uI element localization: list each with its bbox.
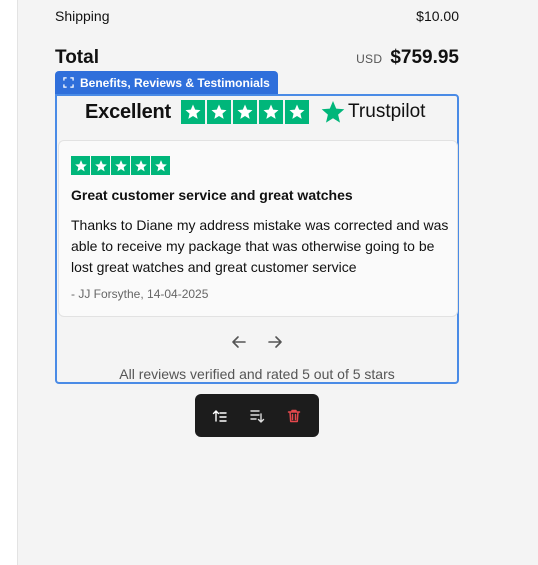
total-label: Total [55, 47, 99, 68]
trash-icon [288, 409, 301, 422]
total-currency: USD [356, 52, 383, 66]
total-amount-group: USD $759.95 [356, 47, 459, 69]
left-gutter [0, 0, 18, 565]
block-toolbar [195, 394, 319, 437]
arrow-right-icon [268, 336, 282, 348]
reviews-block[interactable]: Excellent Trustpilot Great customer serv… [55, 94, 459, 384]
move-down-button[interactable] [243, 402, 271, 430]
next-review-button[interactable] [263, 332, 287, 352]
move-up-icon [212, 409, 227, 422]
total-row: Total USD $759.95 [55, 47, 459, 69]
review-author: - JJ Forsythe, 14-04-2025 [71, 287, 209, 301]
shipping-value: $10.00 [416, 8, 459, 24]
review-nav [227, 332, 287, 352]
delete-block-button[interactable] [280, 402, 308, 430]
review-card: Great customer service and great watches… [58, 140, 458, 317]
review-stars [71, 156, 170, 175]
shipping-label: Shipping [55, 8, 110, 24]
review-title: Great customer service and great watches [71, 187, 353, 203]
rating-word: Excellent [85, 100, 172, 123]
star-icon [151, 156, 170, 175]
move-up-button[interactable] [206, 402, 234, 430]
star-icon [285, 100, 310, 124]
trustpilot-header: Excellent Trustpilot [85, 100, 425, 124]
trustpilot-logo: Trustpilot [321, 100, 425, 124]
star-icon [259, 100, 284, 124]
move-down-icon [250, 409, 265, 423]
star-icon [207, 100, 232, 124]
selected-block-tag[interactable]: Benefits, Reviews & Testimonials [55, 71, 278, 94]
arrow-left-icon [232, 336, 246, 348]
reviews-footer-note: All reviews verified and rated 5 out of … [119, 366, 395, 382]
select-frame-icon [63, 77, 74, 88]
star-icon [111, 156, 130, 175]
block-tag-label: Benefits, Reviews & Testimonials [80, 75, 270, 90]
trustpilot-wordmark: Trustpilot [348, 101, 426, 122]
total-amount: $759.95 [390, 47, 459, 68]
trustpilot-star-icon [321, 101, 345, 123]
star-icon [91, 156, 110, 175]
review-body: Thanks to Diane my address mistake was c… [71, 217, 449, 275]
star-icon [181, 100, 206, 124]
star-icon [233, 100, 258, 124]
star-icon [71, 156, 90, 175]
star-icon [131, 156, 150, 175]
shipping-row: Shipping $10.00 [55, 8, 459, 24]
prev-review-button[interactable] [227, 332, 251, 352]
trustpilot-stars [181, 100, 310, 124]
